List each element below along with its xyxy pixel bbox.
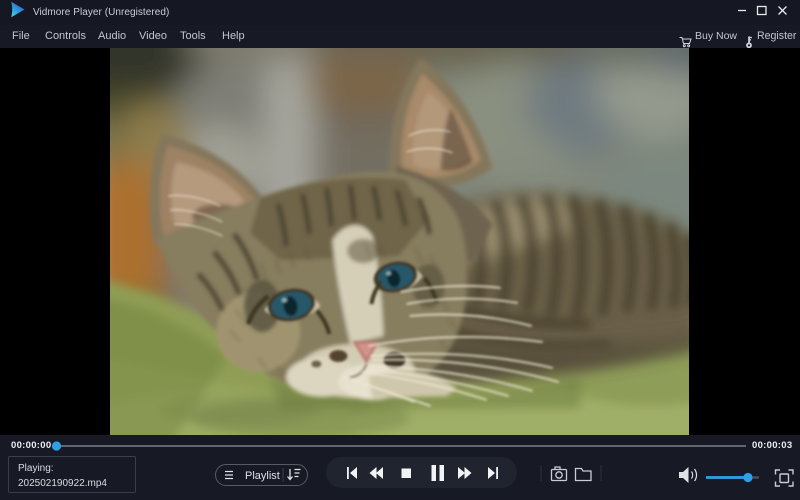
svg-text:Playlist: Playlist bbox=[245, 470, 280, 482]
